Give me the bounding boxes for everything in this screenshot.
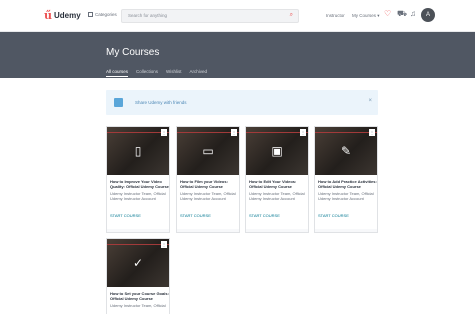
more-options-icon[interactable]: ⋮	[231, 129, 237, 136]
course-tabs: All courses Collections Wishlist Archive…	[106, 69, 207, 77]
gift-icon	[114, 98, 123, 107]
start-course-link[interactable]: START COURSE	[318, 213, 349, 218]
course-card[interactable]: ▯ ⋮ How to Improve Your Video Quality: O…	[106, 126, 170, 233]
bell-icon[interactable]: ♫	[410, 10, 416, 18]
tab-wishlist[interactable]: Wishlist	[166, 69, 182, 77]
heart-icon[interactable]: ♡	[384, 10, 391, 18]
course-thumbnail[interactable]: ✓ ⋮	[107, 239, 169, 287]
instructor-link[interactable]: Instructor	[326, 13, 345, 18]
share-banner: Share Udemy with friends ×	[106, 90, 378, 115]
start-course-link[interactable]: START COURSE	[110, 213, 141, 218]
card-footer	[177, 229, 239, 232]
course-title[interactable]: How to Set your Course Goals: Official U…	[110, 291, 170, 301]
udemy-logo[interactable]: ű Udemy	[44, 9, 81, 22]
categories-label: Categories	[95, 12, 117, 17]
card-footer	[246, 229, 308, 232]
grid-icon	[88, 12, 93, 17]
more-options-icon[interactable]: ⋮	[161, 129, 167, 136]
course-card[interactable]: ✎ ⋮ How to Add Practice Activities: Offi…	[314, 126, 378, 233]
course-card[interactable]: ✓ ⋮ How to Set your Course Goals: Offici…	[106, 238, 170, 314]
categories-menu[interactable]: Categories	[88, 12, 117, 17]
document-icon: ✎	[340, 144, 352, 158]
more-options-icon[interactable]: ⋮	[369, 129, 375, 136]
udemy-logo-icon: ű	[44, 9, 52, 22]
page-title: My Courses	[106, 47, 160, 58]
course-thumbnail[interactable]: ▯ ⋮	[107, 127, 169, 175]
course-title[interactable]: How to Film your Videos: Official Udemy …	[180, 179, 240, 189]
checklist-icon: ✓	[132, 256, 144, 270]
start-course-link[interactable]: START COURSE	[180, 213, 211, 218]
thumbnail-accent	[246, 132, 308, 133]
course-card[interactable]: ▭ ⋮ How to Film your Videos: Official Ud…	[176, 126, 240, 233]
thumbnail-accent	[177, 132, 239, 133]
card-footer	[107, 229, 169, 232]
avatar[interactable]: A	[421, 8, 435, 22]
thumbnail-accent	[107, 132, 169, 133]
more-options-icon[interactable]: ⋮	[300, 129, 306, 136]
chevron-down-icon: ▾	[377, 13, 380, 18]
my-courses-label: My Courses	[352, 13, 377, 18]
course-thumbnail[interactable]: ✎ ⋮	[315, 127, 377, 175]
course-author: Udemy Instructor Team, Official	[110, 303, 166, 308]
my-courses-link[interactable]: My Courses ▾	[352, 13, 380, 19]
cart-icon[interactable]: ⛟	[397, 10, 407, 18]
course-title[interactable]: How to Add Practice Activities: Official…	[318, 179, 378, 189]
course-thumbnail[interactable]: ▣ ⋮	[246, 127, 308, 175]
phone-icon: ▯	[134, 144, 142, 158]
course-author: Udemy Instructor Team, Official Udemy In…	[249, 191, 305, 201]
course-title[interactable]: How to Edit Your Videos: Official Udemy …	[249, 179, 309, 189]
thumbnail-accent	[107, 244, 169, 245]
card-footer	[315, 229, 377, 232]
more-options-icon[interactable]: ⋮	[161, 241, 167, 248]
thumbnail-accent	[315, 132, 377, 133]
course-title[interactable]: How to Improve Your Video Quality: Offic…	[110, 179, 170, 189]
course-author: Udemy Instructor Team, Official Udemy In…	[110, 191, 166, 201]
search-input[interactable]: Search for anything	[128, 13, 167, 18]
tab-archived[interactable]: Archived	[190, 69, 208, 77]
share-link[interactable]: Share Udemy with friends	[135, 100, 187, 105]
course-author: Udemy Instructor Team, Official Udemy In…	[180, 191, 236, 201]
close-icon[interactable]: ×	[368, 98, 372, 104]
search-icon[interactable]: ⌕	[290, 12, 293, 19]
page-banner	[0, 32, 475, 78]
course-author: Udemy Instructor Team, Official Udemy In…	[318, 191, 374, 201]
search-bar[interactable]: Search for anything ⌕	[121, 9, 299, 23]
top-navigation-bar: ű Udemy Categories Search for anything ⌕…	[0, 0, 475, 32]
tab-all-courses[interactable]: All courses	[106, 69, 129, 77]
tab-collections[interactable]: Collections	[136, 69, 158, 77]
camera-icon: ▭	[202, 144, 214, 158]
course-card[interactable]: ▣ ⋮ How to Edit Your Videos: Official Ud…	[245, 126, 309, 233]
monitor-icon: ▣	[271, 144, 283, 158]
brand-name: Udemy	[54, 11, 81, 20]
start-course-link[interactable]: START COURSE	[249, 213, 280, 218]
course-thumbnail[interactable]: ▭ ⋮	[177, 127, 239, 175]
